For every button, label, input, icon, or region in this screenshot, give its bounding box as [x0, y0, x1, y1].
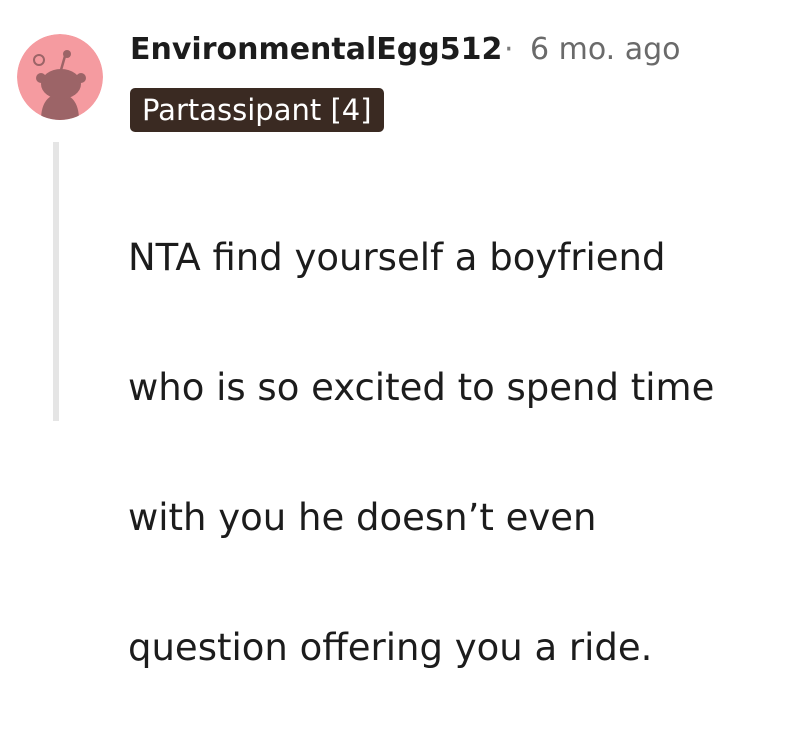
username-link[interactable]: EnvironmentalEgg512	[130, 28, 502, 72]
user-flair-badge: Partassipant [4]	[130, 88, 384, 132]
avatar[interactable]	[17, 34, 103, 120]
meta-separator: ·	[504, 32, 514, 67]
snoo-avatar-icon	[17, 34, 103, 120]
comment-body: NTA find yourself a boyfriend who is so …	[128, 160, 788, 745]
thread-collapse-line[interactable]	[53, 142, 59, 421]
comment-body-line: who is so excited to spend time	[128, 366, 715, 409]
comment-body-line: with you he doesn’t even	[128, 496, 597, 539]
comment-timestamp[interactable]: 6 mo. ago	[530, 28, 681, 72]
comment-body-line: question offering you a ride.	[128, 626, 653, 669]
comment-body-line: NTA find yourself a boyfriend	[128, 236, 666, 279]
